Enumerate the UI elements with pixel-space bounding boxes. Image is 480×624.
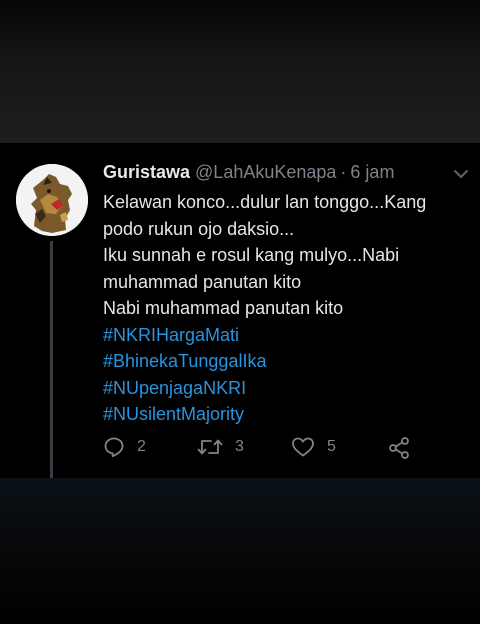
hashtag-link[interactable]: #BhinekaTunggalIka (103, 348, 458, 375)
header-separator: · (340, 162, 347, 182)
retweet-count: 3 (235, 438, 244, 455)
hashtag-link[interactable]: #NUsilentMajority (103, 401, 458, 428)
screenshot-page: Guristawa @LahAkuKenapa · 6 jam Kelawan … (0, 0, 480, 624)
like-button[interactable]: 5 (291, 436, 336, 458)
tweet-header: Guristawa @LahAkuKenapa · 6 jam (103, 161, 458, 183)
hashtag-link[interactable]: #NKRIHargaMati (103, 322, 458, 349)
retweet-button[interactable]: 3 (197, 436, 244, 458)
display-name[interactable]: Guristawa (103, 161, 190, 183)
tweet-text-line: Kelawan konco...dulur lan tonggo...Kang (103, 192, 427, 212)
tweet-text-line: podo rukun ojo daksio... (103, 218, 295, 239)
chevron-down-icon[interactable] (454, 169, 468, 179)
retweet-icon (197, 439, 223, 455)
bottom-background (0, 478, 480, 624)
reply-button[interactable]: 2 (103, 436, 146, 458)
tweet-text: Kelawan konco...dulur lan tonggo...Kang … (103, 189, 458, 428)
reply-icon (104, 437, 124, 458)
reply-count: 2 (137, 438, 146, 455)
top-background (0, 0, 480, 143)
heart-icon (292, 437, 314, 457)
share-button[interactable] (387, 436, 411, 460)
thread-connector-line (50, 241, 53, 478)
user-handle[interactable]: @LahAkuKenapa (195, 161, 336, 183)
share-icon (389, 437, 409, 459)
tweet-text-line: Nabi muhammad panutan kito (103, 298, 344, 318)
avatar[interactable] (16, 164, 88, 236)
tweet-card[interactable]: Guristawa @LahAkuKenapa · 6 jam Kelawan … (0, 143, 480, 478)
like-count: 5 (327, 438, 336, 455)
tweet-content: Guristawa @LahAkuKenapa · 6 jam Kelawan … (103, 161, 458, 428)
hashtag-link[interactable]: #NUpenjagaNKRI (103, 375, 458, 402)
wayang-avatar-image (16, 164, 88, 236)
tweet-text-line: Iku sunnah e rosul kang mulyo...Nabi (103, 245, 400, 265)
tweet-text-line: muhammad panutan kito (103, 271, 302, 292)
tweet-time[interactable]: 6 jam (350, 161, 394, 183)
tweet-actions: 2 3 5 (103, 436, 423, 464)
